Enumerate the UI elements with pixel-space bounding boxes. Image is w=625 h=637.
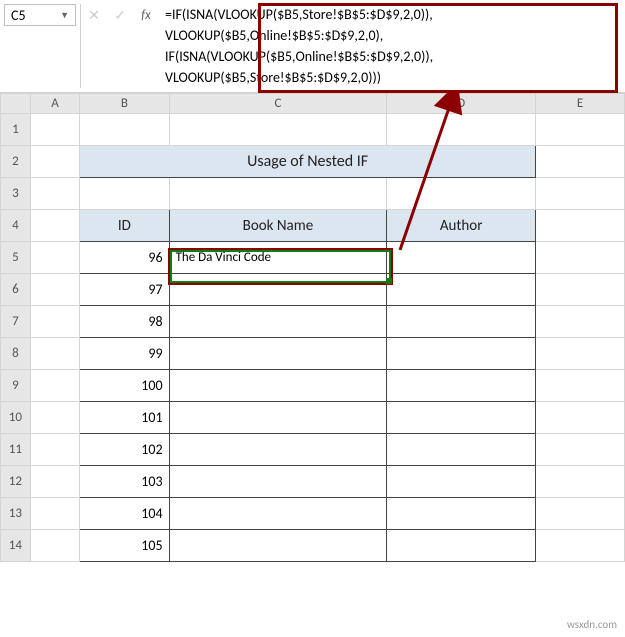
cell-book[interactable]	[169, 434, 387, 466]
row-header[interactable]: 3	[1, 178, 31, 210]
col-header[interactable]: D	[387, 94, 536, 114]
cell-author[interactable]	[387, 338, 536, 370]
cell-book[interactable]	[169, 306, 387, 338]
row-header[interactable]: 12	[1, 466, 31, 498]
cell-id[interactable]: 97	[80, 274, 169, 306]
cell-highlight-box	[168, 248, 393, 285]
row-header[interactable]: 5	[1, 242, 31, 274]
row-header[interactable]: 4	[1, 210, 31, 242]
col-header[interactable]: B	[80, 94, 169, 114]
cell-id[interactable]: 103	[80, 466, 169, 498]
cell-author[interactable]	[387, 306, 536, 338]
cell-author[interactable]	[387, 498, 536, 530]
cell-id[interactable]: 99	[80, 338, 169, 370]
header-id[interactable]: ID	[80, 210, 169, 242]
row-header[interactable]: 13	[1, 498, 31, 530]
row-header[interactable]: 8	[1, 338, 31, 370]
row-header[interactable]: 9	[1, 370, 31, 402]
cell-id[interactable]: 96	[80, 242, 169, 274]
name-box[interactable]: C5 ▼	[4, 4, 76, 26]
row-header[interactable]: 2	[1, 146, 31, 178]
cell-id[interactable]: 104	[80, 498, 169, 530]
spreadsheet-grid[interactable]: A B C D E 1 2 Usage of Nested IF 3 4 ID B…	[0, 93, 625, 562]
cell-book[interactable]	[169, 370, 387, 402]
cell-author[interactable]	[387, 434, 536, 466]
name-box-value: C5	[11, 7, 26, 24]
col-header[interactable]: A	[30, 94, 79, 114]
cell-author[interactable]	[387, 370, 536, 402]
header-book[interactable]: Book Name	[169, 210, 387, 242]
cell-author[interactable]	[387, 274, 536, 306]
row-header[interactable]: 1	[1, 114, 31, 146]
cell-author[interactable]	[387, 242, 536, 274]
cell-id[interactable]: 102	[80, 434, 169, 466]
chevron-down-icon[interactable]: ▼	[60, 10, 69, 21]
title-cell[interactable]: Usage of Nested IF	[80, 146, 536, 178]
watermark: wsxdn.com	[567, 618, 617, 631]
separator	[80, 4, 81, 88]
cell-book[interactable]	[169, 530, 387, 562]
cell-book[interactable]	[169, 466, 387, 498]
cell-id[interactable]: 101	[80, 402, 169, 434]
cell-book[interactable]	[169, 338, 387, 370]
cell-book[interactable]	[169, 498, 387, 530]
fx-icon[interactable]: fx	[134, 4, 158, 26]
header-author[interactable]: Author	[387, 210, 536, 242]
row-header[interactable]: 11	[1, 434, 31, 466]
enter-icon[interactable]: ✓	[108, 4, 132, 26]
cell-id[interactable]: 98	[80, 306, 169, 338]
col-header[interactable]: E	[535, 94, 624, 114]
cell-author[interactable]	[387, 402, 536, 434]
cell-book[interactable]	[169, 402, 387, 434]
cell-id[interactable]: 105	[80, 530, 169, 562]
cell-id[interactable]: 100	[80, 370, 169, 402]
row-header[interactable]: 7	[1, 306, 31, 338]
formula-highlight-box	[258, 3, 618, 93]
cancel-icon[interactable]: ✕	[82, 4, 106, 26]
row-header[interactable]: 14	[1, 530, 31, 562]
cell-author[interactable]	[387, 530, 536, 562]
row-header[interactable]: 6	[1, 274, 31, 306]
col-header[interactable]: C	[169, 94, 387, 114]
cell-author[interactable]	[387, 466, 536, 498]
select-all-corner[interactable]	[1, 94, 31, 114]
row-header[interactable]: 10	[1, 402, 31, 434]
